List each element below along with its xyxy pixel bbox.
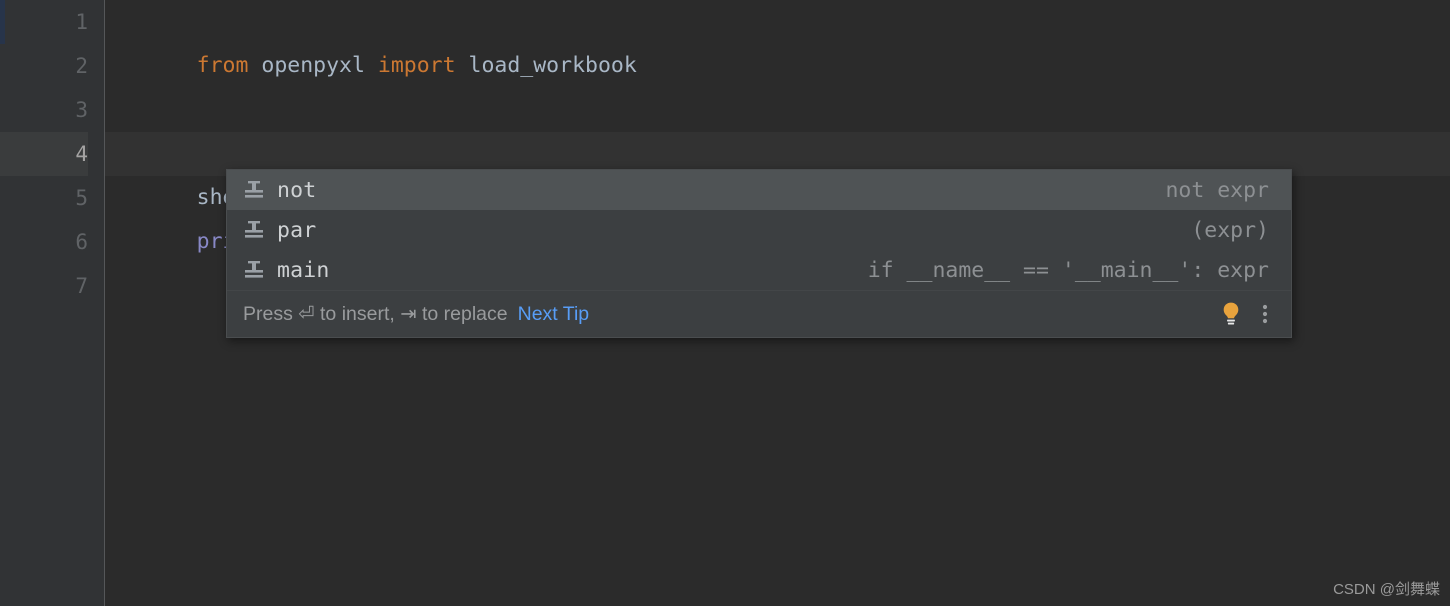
gutter-line-number-current[interactable]: 4 [0,132,88,176]
completion-item-description: if __name__ == '__main__': expr [867,257,1269,283]
completion-popup-footer: Press ⏎ to insert, ⇥ to replace Next Tip [227,290,1291,337]
completion-item-description: (expr) [1191,217,1269,243]
gutter-line-number[interactable]: 7 [0,264,88,308]
gutter-line-number[interactable]: 6 [0,220,88,264]
live-template-icon [245,181,263,198]
gutter-line-number[interactable]: 3 [0,88,88,132]
code-completion-popup[interactable]: not not expr par (expr) main if __name__… [226,169,1292,338]
code-line-3[interactable]: wb = load_workbook('load_work.xlsx') [105,88,1450,166]
completion-item-not[interactable]: not not expr [227,170,1291,210]
completion-item-label: not [277,177,317,203]
pycharm-editor-window: 1 2 3 4 5 6 7 from openpyxl import load_… [0,0,1450,606]
completion-item-par[interactable]: par (expr) [227,210,1291,250]
next-tip-link[interactable]: Next Tip [518,303,590,326]
kebab-menu-icon[interactable] [1261,301,1269,327]
gutter-line-number[interactable]: 2 [0,44,88,88]
gutter-line-number[interactable]: 5 [0,176,88,220]
code-line-1[interactable]: from openpyxl import load_workbook [105,0,1450,78]
live-template-icon [245,261,263,278]
csdn-watermark: CSDN @剑舞蝶 [1333,581,1440,598]
completion-item-main[interactable]: main if __name__ == '__main__': expr [227,250,1291,290]
code-line-2[interactable] [105,44,1450,88]
gutter-line-number[interactable]: 1 [0,0,88,44]
lightbulb-icon[interactable] [1219,301,1243,327]
completion-hint-text: Press ⏎ to insert, ⇥ to replace [243,303,508,325]
completion-item-label: par [277,217,317,243]
completion-item-description: not expr [1165,177,1269,203]
completion-item-label: main [277,257,330,283]
live-template-icon [245,221,263,238]
editor-gutter[interactable]: 1 2 3 4 5 6 7 [0,0,104,606]
